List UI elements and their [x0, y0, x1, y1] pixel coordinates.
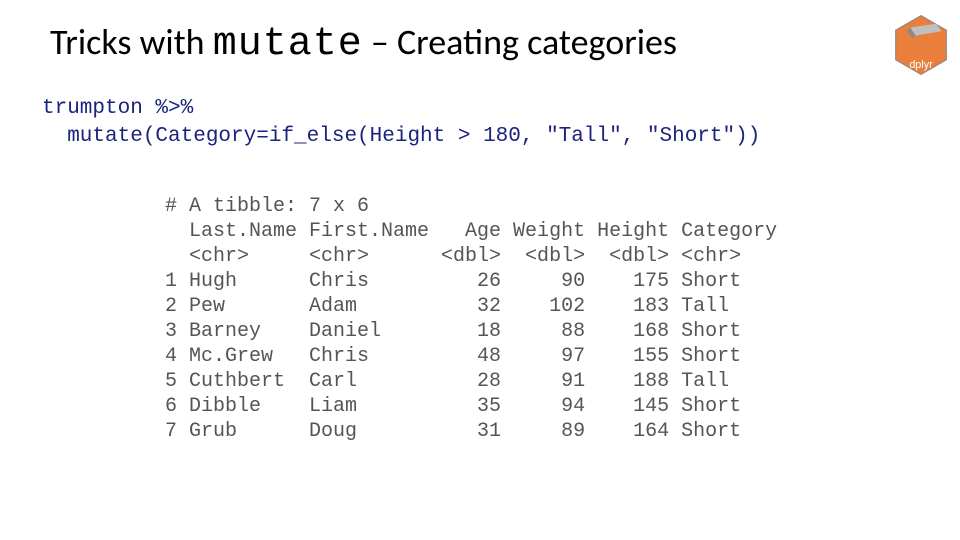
- slide: dplyr Tricks with mutate – Creating cate…: [0, 0, 960, 540]
- title-post: – Creating categories: [363, 20, 677, 64]
- code-line-2: mutate(Category=if_else(Height > 180, "T…: [42, 125, 760, 148]
- hex-icon: dplyr: [894, 14, 948, 76]
- logo-label: dplyr: [909, 59, 933, 71]
- slide-title: Tricks with mutate – Creating categories: [50, 20, 910, 67]
- code-input-block: trumpton %>% mutate(Category=if_else(Hei…: [42, 95, 910, 152]
- code-line-1: trumpton %>%: [42, 97, 193, 120]
- title-pre: Tricks with: [50, 20, 213, 64]
- dplyr-logo: dplyr: [894, 14, 948, 76]
- tibble-output: # A tibble: 7 x 6 Last.Name First.Name A…: [165, 194, 910, 444]
- title-mono: mutate: [213, 22, 363, 67]
